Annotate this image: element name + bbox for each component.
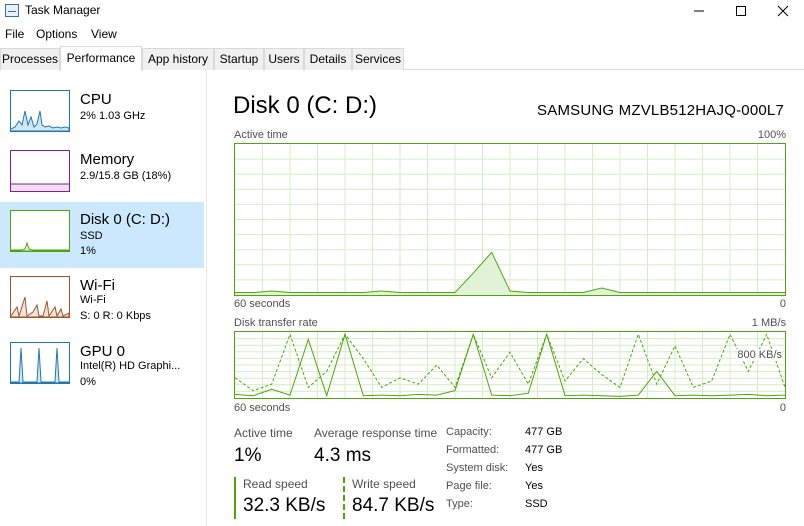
active-time-chart bbox=[234, 143, 786, 296]
maximize-button[interactable] bbox=[723, 0, 759, 22]
active-time-max: 100% bbox=[757, 129, 786, 141]
capacity-label: Capacity: bbox=[446, 426, 492, 438]
memory-thumbnail-graph bbox=[10, 150, 70, 192]
system-disk-label: System disk: bbox=[446, 462, 509, 474]
tab-services[interactable]: Services bbox=[352, 48, 404, 70]
sidebar-wifi-throughput: S: 0 R: 0 Kbps bbox=[80, 310, 151, 322]
transfer-rate-mid: 800 KB/s bbox=[737, 349, 782, 361]
minimize-button[interactable] bbox=[681, 0, 717, 22]
active-time-stat-value: 1% bbox=[234, 445, 262, 466]
type-label: Type: bbox=[446, 498, 473, 510]
tab-performance[interactable]: Performance bbox=[60, 46, 142, 71]
active-time-xlabel: 60 seconds bbox=[234, 298, 291, 310]
page-file-label: Page file: bbox=[446, 480, 492, 492]
wifi-thumbnail-graph bbox=[10, 276, 70, 318]
avg-response-label: Average response time bbox=[314, 426, 438, 440]
sidebar-disk-type: SSD bbox=[80, 230, 103, 242]
sidebar-item-cpu[interactable]: CPU 2% 1.03 GHz bbox=[0, 70, 204, 136]
minimize-icon bbox=[694, 10, 704, 12]
gpu-thumbnail-graph bbox=[10, 342, 70, 384]
disk-model: SAMSUNG MZVLB512HAJQ-000L7 bbox=[537, 102, 784, 119]
tab-app-history[interactable]: App history bbox=[142, 48, 214, 70]
close-button[interactable] bbox=[765, 0, 801, 22]
menu-bar: File Options View bbox=[0, 24, 804, 44]
tab-startup[interactable]: Startup bbox=[214, 48, 264, 70]
sidebar-memory-title: Memory bbox=[80, 151, 135, 168]
write-speed-value: 84.7 KB/s bbox=[352, 495, 435, 516]
sidebar-wifi-title: Wi-Fi bbox=[80, 277, 115, 294]
read-speed-block: Read speed 32.3 KB/s bbox=[234, 477, 334, 519]
type-value: SSD bbox=[525, 498, 548, 510]
tab-bar: Processes Performance App history Startu… bbox=[0, 46, 804, 71]
system-disk-value: Yes bbox=[525, 462, 543, 474]
write-speed-label: Write speed bbox=[352, 477, 416, 491]
sidebar-item-memory[interactable]: Memory 2.9/15.8 GB (18%) bbox=[0, 130, 204, 196]
close-icon bbox=[777, 5, 789, 17]
sidebar-item-gpu[interactable]: GPU 0 Intel(R) HD Graphi... 0% bbox=[0, 322, 204, 388]
capacity-value: 477 GB bbox=[525, 426, 563, 438]
transfer-rate-label: Disk transfer rate bbox=[234, 317, 318, 329]
sidebar-gpu-usage: 0% bbox=[80, 376, 96, 388]
sidebar-memory-usage: 2.9/15.8 GB (18%) bbox=[80, 170, 172, 182]
window-title: Task Manager bbox=[25, 3, 101, 17]
page-file-value: Yes bbox=[525, 480, 543, 492]
avg-response-value: 4.3 ms bbox=[314, 445, 372, 466]
tab-users[interactable]: Users bbox=[264, 48, 304, 70]
menu-view[interactable]: View bbox=[91, 27, 117, 41]
sidebar-cpu-usage: 2% 1.03 GHz bbox=[80, 110, 146, 122]
sidebar-item-wifi[interactable]: Wi-Fi Wi-Fi S: 0 R: 0 Kbps bbox=[0, 256, 204, 322]
title-bar: Task Manager bbox=[0, 0, 804, 22]
sidebar-cpu-title: CPU bbox=[80, 91, 112, 108]
performance-sidebar: CPU 2% 1.03 GHz Memory 2.9/15.8 GB (18%)… bbox=[0, 70, 207, 526]
page-title: Disk 0 (C: D:) bbox=[233, 92, 377, 119]
tab-details[interactable]: Details bbox=[304, 48, 352, 70]
formatted-label: Formatted: bbox=[446, 444, 500, 456]
menu-options[interactable]: Options bbox=[36, 27, 77, 41]
tab-processes[interactable]: Processes bbox=[0, 48, 60, 70]
transfer-rate-svg bbox=[235, 332, 785, 398]
read-speed-label: Read speed bbox=[243, 477, 308, 491]
formatted-value: 477 GB bbox=[525, 444, 563, 456]
sidebar-wifi-name: Wi-Fi bbox=[80, 294, 106, 306]
read-speed-value: 32.3 KB/s bbox=[243, 495, 326, 516]
disk-thumbnail-graph bbox=[10, 210, 70, 252]
menu-file[interactable]: File bbox=[5, 27, 24, 41]
active-time-stat-label: Active time bbox=[234, 426, 293, 440]
write-speed-block: Write speed 84.7 KB/s bbox=[343, 477, 438, 519]
task-manager-icon bbox=[5, 4, 19, 17]
sidebar-disk-title: Disk 0 (C: D:) bbox=[80, 211, 170, 228]
sidebar-gpu-title: GPU 0 bbox=[80, 343, 126, 360]
transfer-rate-max: 1 MB/s bbox=[751, 317, 786, 329]
active-time-label: Active time bbox=[234, 129, 288, 141]
maximize-icon bbox=[736, 6, 746, 16]
active-time-min: 0 bbox=[779, 298, 786, 310]
active-time-svg bbox=[235, 144, 785, 295]
transfer-rate-xlabel: 60 seconds bbox=[234, 402, 291, 414]
sidebar-gpu-name: Intel(R) HD Graphi... bbox=[80, 360, 181, 372]
transfer-rate-min: 0 bbox=[779, 402, 786, 414]
transfer-rate-chart bbox=[234, 331, 786, 399]
cpu-thumbnail-graph bbox=[10, 90, 70, 132]
